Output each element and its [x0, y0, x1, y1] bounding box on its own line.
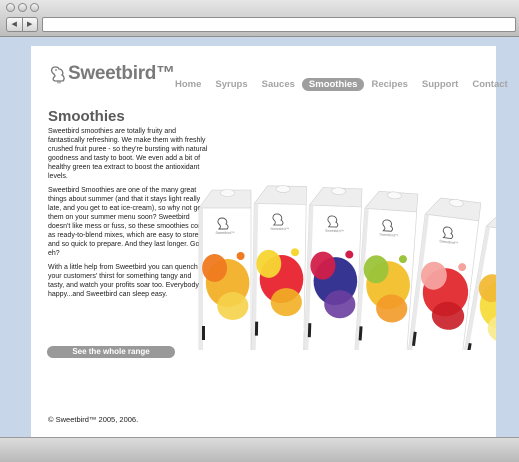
logo-text: Sweetbird™ — [68, 63, 175, 84]
minimize-window-button[interactable] — [18, 3, 27, 12]
carton-flavour-label: Strawberry & Banana — [260, 326, 306, 332]
product-cartons-image: Sweetbird™ Peaches Sweetbird™ Strawberry & … — [198, 185, 496, 350]
product-carton: Sweetbird™ Peaches — [198, 189, 252, 350]
page-title: Smoothies — [48, 108, 125, 125]
main-nav: Home Syrups Sauces Smoothies Recipes Sup… — [168, 78, 515, 91]
web-page: Sweetbird™ Home Syrups Sauces Smoothies … — [31, 46, 508, 437]
paragraph: Sweetbird smoothies are totally fruity a… — [48, 128, 208, 180]
carton-flavour-label: Peaches — [207, 330, 226, 335]
product-carton: Sweetbird™Mango — [354, 190, 419, 350]
forward-arrow-icon[interactable]: ▶ — [23, 18, 38, 31]
carton-brand-label: Sweetbird™ — [270, 227, 289, 231]
product-carton: Sweetbird™ Wildberry — [303, 187, 363, 350]
carton-brand-label: Sweetbird™ — [325, 229, 344, 234]
browser-status-bar — [0, 437, 519, 462]
site-logo[interactable]: Sweetbird™ — [49, 63, 175, 85]
nav-item-smoothies[interactable]: Smoothies — [301, 78, 365, 91]
see-range-button[interactable]: See the whole range — [47, 346, 175, 358]
nav-item-recipes[interactable]: Recipes — [364, 78, 414, 91]
footer-copyright: © Sweetbird™ 2005, 2006. — [48, 415, 139, 424]
nav-item-sauces[interactable]: Sauces — [255, 78, 302, 91]
nav-item-support[interactable]: Support — [415, 78, 465, 91]
browser-toolbar: ◀ ▶ — [0, 0, 519, 37]
paragraph: Sweetbird Smoothies are one of the many … — [48, 187, 208, 257]
back-arrow-icon[interactable]: ◀ — [7, 18, 23, 31]
bird-logo-icon — [50, 66, 65, 84]
body-copy: Sweetbird smoothies are totally fruity a… — [48, 127, 208, 304]
zoom-window-button[interactable] — [30, 3, 39, 12]
carton-flavour-label: Mango — [364, 331, 379, 337]
product-carton: Sweetbird™ Strawberry & Banana — [251, 185, 307, 350]
paragraph: With a little help from Sweetbird you ca… — [48, 264, 204, 298]
nav-item-home[interactable]: Home — [168, 78, 208, 91]
close-window-button[interactable] — [6, 3, 15, 12]
address-bar[interactable] — [42, 17, 516, 32]
history-buttons: ◀ ▶ — [6, 17, 38, 32]
window-controls — [6, 3, 39, 12]
nav-item-contact[interactable]: Contact — [465, 78, 514, 91]
carton-flavour-label: Wildberry — [313, 327, 334, 333]
carton-brand-label: Sweetbird™ — [215, 231, 234, 235]
nav-item-syrups[interactable]: Syrups — [208, 78, 254, 91]
